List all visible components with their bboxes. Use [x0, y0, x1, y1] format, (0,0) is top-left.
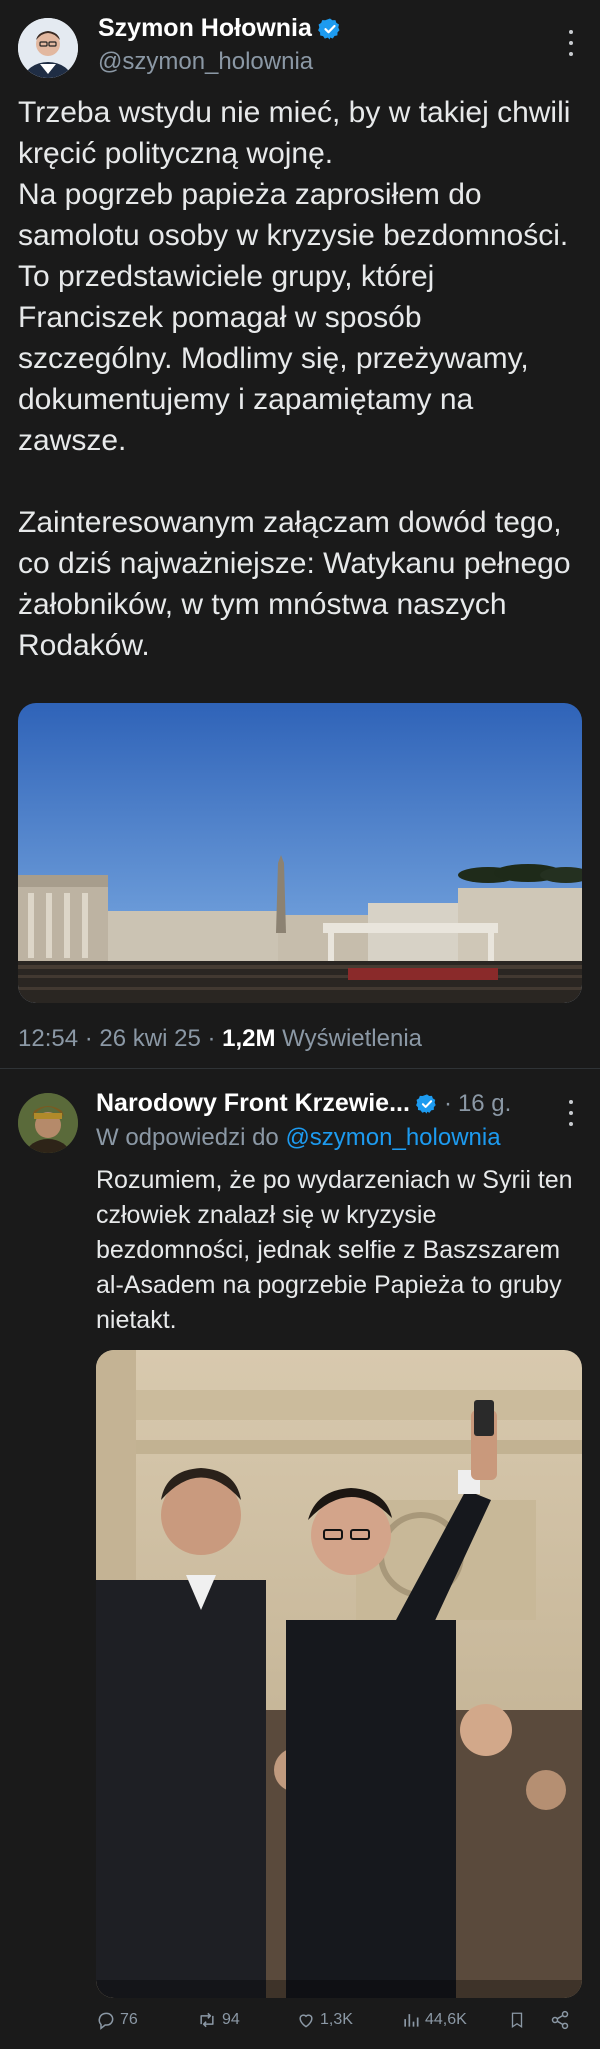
reply-time[interactable]: 16 g.	[458, 1090, 511, 1118]
reply-count: 76	[120, 2011, 138, 2028]
tweet-text: Trzeba wstydu nie mieć, by w takiej chwi…	[18, 96, 571, 662]
replying-to-mention[interactable]: @szymon_holownia	[285, 1124, 500, 1151]
views-count: 1,2M	[222, 1025, 276, 1052]
reply-more-options-icon[interactable]	[566, 1100, 576, 1126]
heart-icon	[299, 2014, 313, 2028]
comment-icon	[98, 2012, 114, 2030]
tweet-photo-vatican[interactable]	[18, 703, 582, 1003]
repost-icon	[200, 2012, 214, 2028]
analytics-icon	[404, 2014, 419, 2027]
reply-action[interactable]: 76	[96, 2010, 138, 2030]
share-icon	[551, 2010, 569, 2030]
repost-action[interactable]: 94	[196, 2010, 240, 2030]
tweet-meta: 12:54 · 26 kwi 25 · 1,2M Wyświetlenia	[18, 1025, 422, 1052]
replying-to: W odpowiedzi do @szymon_holownia	[96, 1124, 501, 1151]
author-name[interactable]: Szymon Hołownia	[98, 14, 312, 43]
tweet-time[interactable]: 12:54	[18, 1025, 78, 1052]
verified-badge-icon	[416, 1093, 436, 1114]
tweet-date[interactable]: 26 kwi 25	[99, 1025, 200, 1052]
reply-photo-selfie[interactable]	[96, 1350, 582, 1998]
like-action[interactable]: 1,3K	[296, 2010, 353, 2030]
more-options-icon[interactable]	[566, 30, 576, 56]
views-count: 44,6K	[425, 2011, 467, 2028]
verified-badge-icon	[318, 18, 340, 39]
reply-author-name[interactable]: Narodowy Front Krzewie...	[96, 1089, 410, 1118]
author-handle[interactable]: @szymon_holownia	[98, 48, 313, 76]
reply-text: Rozumiem, że po wydarzeniach w Syrii ten…	[96, 1166, 573, 1334]
share-action[interactable]	[550, 2010, 570, 2030]
bookmark-icon	[511, 2012, 523, 2029]
bookmark-action[interactable]	[508, 2010, 526, 2030]
reply-author-avatar[interactable]	[18, 1093, 78, 1153]
like-count: 1,3K	[320, 2011, 353, 2028]
views-action[interactable]: 44,6K	[401, 2010, 467, 2030]
repost-count: 94	[222, 2011, 240, 2028]
author-avatar[interactable]	[18, 18, 78, 78]
divider	[0, 1068, 600, 1069]
views-label: Wyświetlenia	[282, 1025, 422, 1052]
reply-actions: 76 94 1,3K 44,6K	[96, 2010, 586, 2040]
